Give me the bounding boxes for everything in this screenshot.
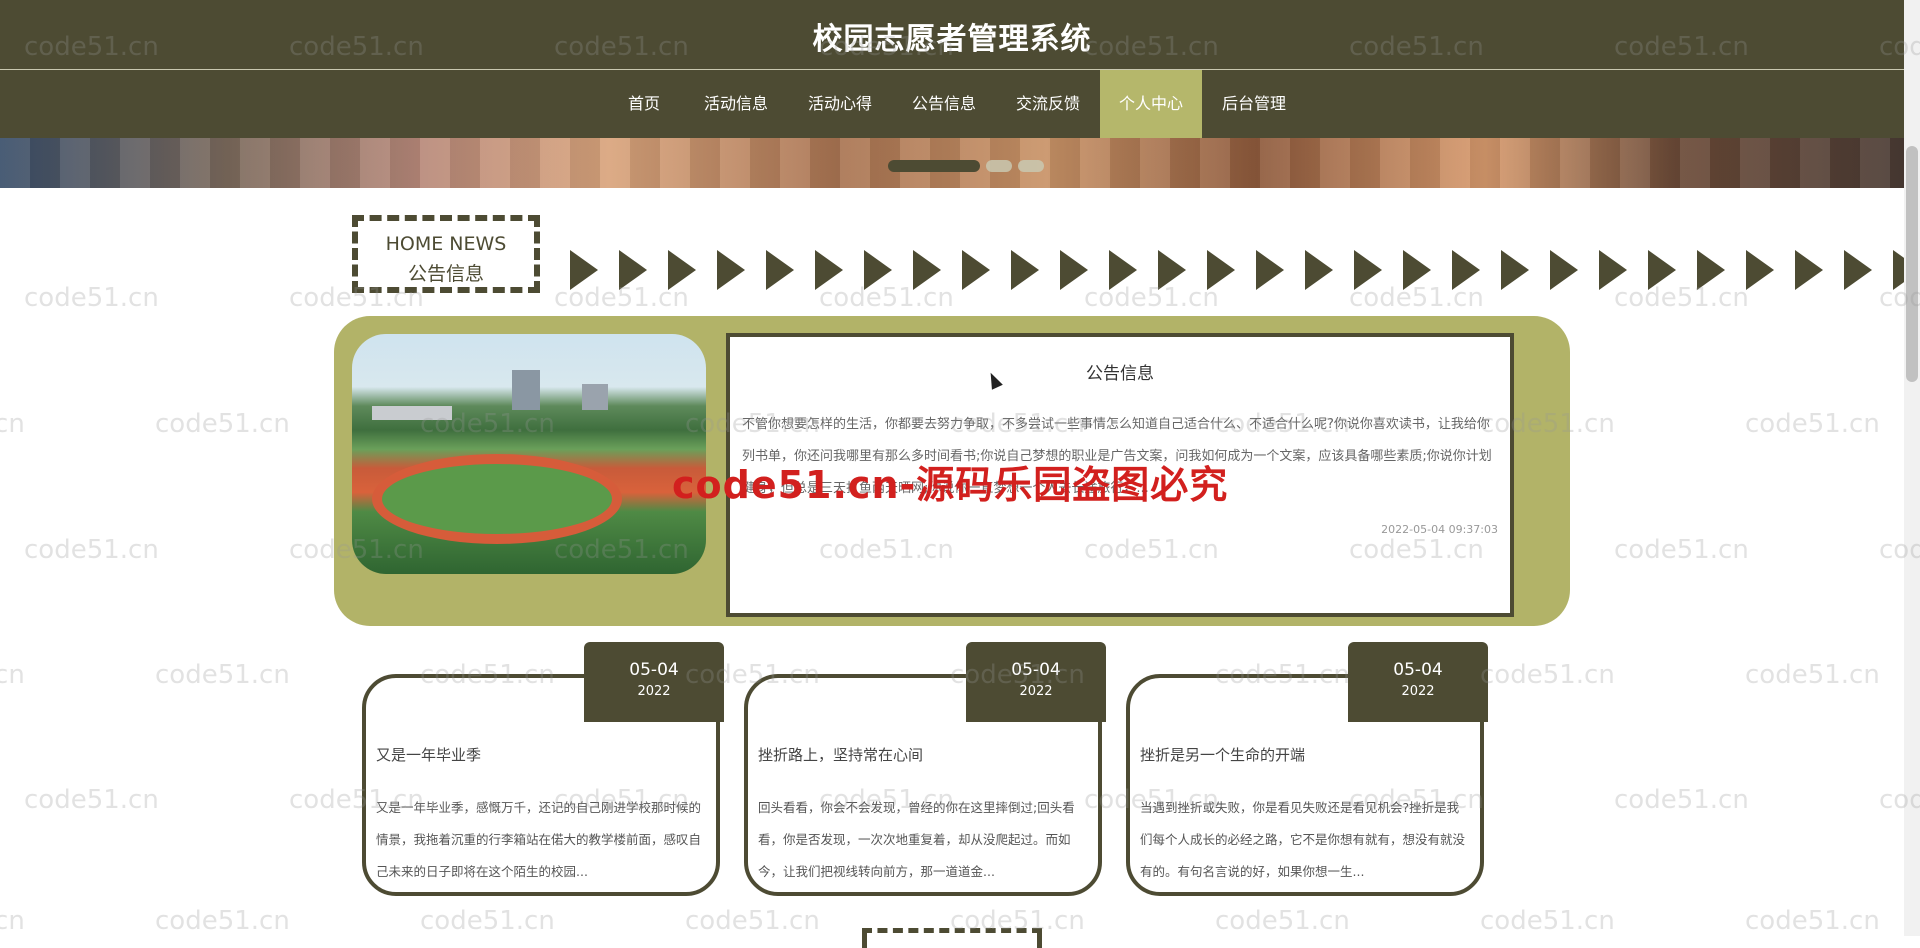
arrow-icon [1599, 250, 1627, 290]
arrow-icon [1746, 250, 1774, 290]
arrow-icon [1501, 250, 1529, 290]
decorative-arrows [570, 250, 1904, 290]
arrow-icon [962, 250, 990, 290]
news-date-tab: 05-04 2022 [966, 642, 1106, 722]
watermark-text: code51.cn [1745, 409, 1880, 439]
nav-item-personal-center[interactable]: 个人中心 [1100, 70, 1202, 138]
featured-title[interactable]: 公告信息 [730, 359, 1510, 384]
nav-item-admin[interactable]: 后台管理 [1202, 70, 1306, 138]
nav-item-announcements[interactable]: 公告信息 [892, 70, 996, 138]
arrow-icon [1354, 250, 1382, 290]
arrow-icon [1256, 250, 1284, 290]
carousel-dot-1[interactable] [888, 160, 980, 172]
section-title-en: HOME NEWS [385, 233, 507, 255]
arrow-icon [570, 250, 598, 290]
watermark-text: code51.cn [155, 409, 290, 439]
carousel-indicators [888, 160, 1044, 172]
arrow-icon [1109, 250, 1137, 290]
arrow-icon [619, 250, 647, 290]
section-heading: HOME NEWS 公告信息 [352, 215, 540, 293]
news-title[interactable]: 挫折路上，坚持常在心间 [758, 744, 923, 765]
watermark-text: code51.cn [1614, 535, 1749, 565]
nav-item-activity-info[interactable]: 活动信息 [684, 70, 788, 138]
arrow-icon [913, 250, 941, 290]
watermark-text: code51.cn [1614, 785, 1749, 815]
news-date-tab: 05-04 2022 [584, 642, 724, 722]
watermark-text: code51.cn [1745, 906, 1880, 936]
watermark-text: code51.cn [155, 660, 290, 690]
news-title[interactable]: 又是一年毕业季 [376, 744, 481, 765]
arrow-icon [1550, 250, 1578, 290]
watermark-text: code51.cn [420, 906, 555, 936]
watermark-text: code51.cn [24, 283, 159, 313]
featured-image[interactable] [352, 334, 706, 574]
arrow-icon [1158, 250, 1186, 290]
arrow-icon [1207, 250, 1235, 290]
scrollbar-thumb[interactable] [1906, 146, 1918, 382]
arrow-icon [1648, 250, 1676, 290]
featured-time: 2022-05-04 09:37:03 [1381, 523, 1498, 536]
arrow-icon [1011, 250, 1039, 290]
nav-list: 首页 活动信息 活动心得 公告信息 交流反馈 个人中心 后台管理 [604, 70, 1306, 138]
arrow-icon [1795, 250, 1823, 290]
main-nav: 首页 活动信息 活动心得 公告信息 交流反馈 个人中心 后台管理 [0, 70, 1904, 138]
arrow-icon [1697, 250, 1725, 290]
nav-item-activity-experience[interactable]: 活动心得 [788, 70, 892, 138]
watermark-text: code51.cn [155, 906, 290, 936]
news-date-md: 05-04 [629, 660, 679, 680]
arrow-icon [815, 250, 843, 290]
page-scrollbar[interactable] [1904, 0, 1920, 936]
site-header: 校园志愿者管理系统 [0, 0, 1904, 70]
nav-item-feedback[interactable]: 交流反馈 [996, 70, 1100, 138]
carousel-dot-2[interactable] [986, 160, 1012, 172]
arrow-icon [1452, 250, 1480, 290]
carousel-dot-3[interactable] [1018, 160, 1044, 172]
news-date-md: 05-04 [1011, 660, 1061, 680]
watermark-text: code51.cn [1745, 660, 1880, 690]
news-text: 回头看看，你会不会发现，曾经的你在这里摔倒过;回头看看，你是否发现，一次次地重复… [758, 800, 1075, 879]
next-section-heading [862, 928, 1042, 948]
arrow-icon [1060, 250, 1088, 290]
news-date-year: 2022 [1019, 684, 1053, 699]
watermark-text: code51.cn [1480, 660, 1615, 690]
watermark-notice: code51.cn-源码乐园盗图必究 [672, 463, 1229, 507]
news-date-md: 05-04 [1393, 660, 1443, 680]
watermark-text: code51.cn [685, 906, 820, 936]
news-text: 当遇到挫折或失败，你是看见失败还是看见机会?挫折是我们每个人成长的必经之路，它不… [1140, 800, 1466, 879]
nav-item-home[interactable]: 首页 [604, 70, 684, 138]
arrow-icon [668, 250, 696, 290]
watermark-text: code51.cn [24, 535, 159, 565]
news-title[interactable]: 挫折是另一个生命的开端 [1140, 744, 1305, 765]
watermark-text: code51.cn [24, 785, 159, 815]
watermark-text: code51.cn [0, 409, 25, 439]
site-title: 校园志愿者管理系统 [812, 22, 1092, 57]
news-text: 又是一年毕业季，感慨万千，还记的自己刚进学校那时候的情景，我拖着沉重的行李箱站在… [376, 800, 702, 879]
watermark-text: code51.cn [0, 660, 25, 690]
watermark-text: code51.cn [1215, 906, 1350, 936]
watermark-text: code51.cn [1480, 906, 1615, 936]
section-title-cn: 公告信息 [407, 263, 484, 285]
arrow-icon [717, 250, 745, 290]
arrow-icon [1305, 250, 1333, 290]
arrow-icon [1403, 250, 1431, 290]
arrow-icon [1893, 250, 1904, 290]
news-date-year: 2022 [1401, 684, 1435, 699]
arrow-icon [1844, 250, 1872, 290]
watermark-text: code51.cn [0, 906, 25, 936]
arrow-icon [864, 250, 892, 290]
news-date-tab: 05-04 2022 [1348, 642, 1488, 722]
news-date-year: 2022 [637, 684, 671, 699]
arrow-icon [766, 250, 794, 290]
